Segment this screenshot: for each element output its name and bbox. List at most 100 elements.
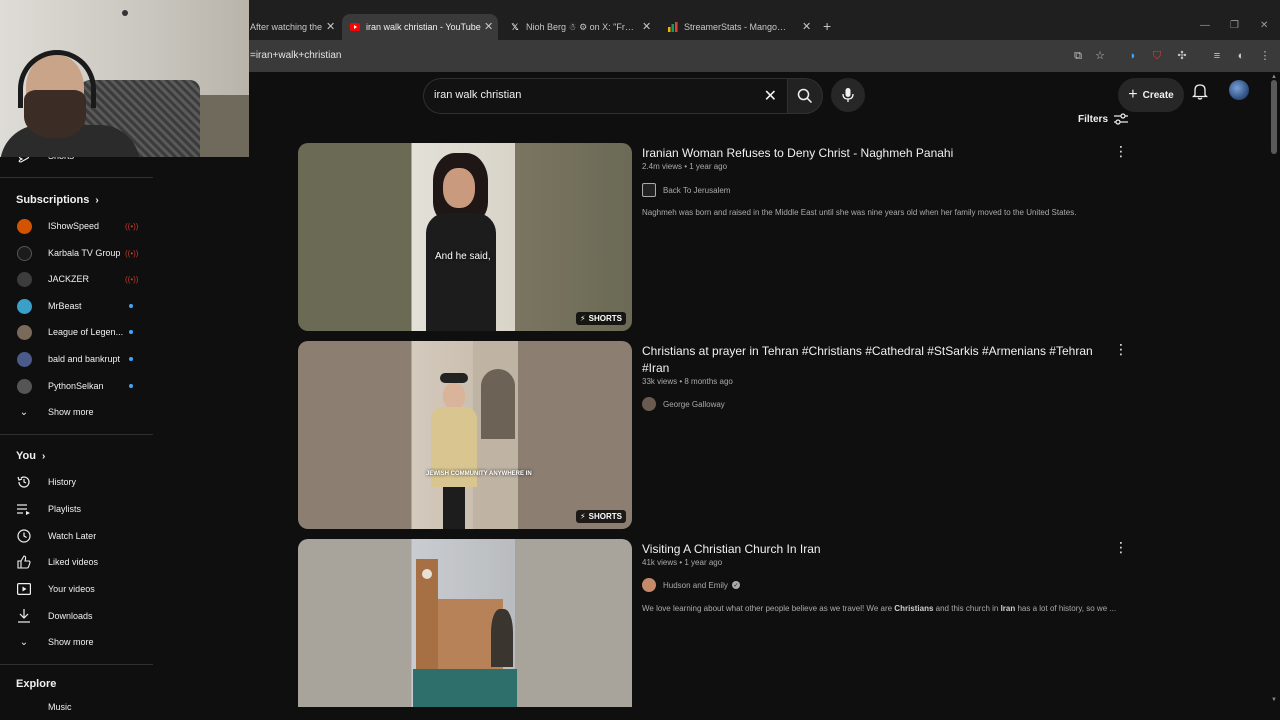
tab-title: iran walk christian - YouTube: [366, 22, 481, 32]
sidebar-item-label: Watch Later: [48, 531, 97, 541]
address-bar[interactable]: =iran+walk+christian: [250, 50, 341, 61]
video-title[interactable]: Christians at prayer in Tehran #Christia…: [642, 343, 1102, 377]
tab-title: After watching the: [250, 22, 323, 32]
video-title[interactable]: Iranian Woman Refuses to Deny Christ - N…: [642, 145, 1102, 162]
close-tab-icon[interactable]: ✕: [326, 20, 335, 33]
sidebar-item-playlists[interactable]: Playlists: [0, 496, 153, 522]
subscription-name: Karbala TV Group: [48, 248, 121, 258]
channel-link[interactable]: George Galloway: [642, 397, 725, 411]
video-title[interactable]: Visiting A Christian Church In Iran: [642, 541, 1102, 558]
search-input[interactable]: iran walk christian ✕: [423, 78, 787, 114]
close-tab-icon[interactable]: ✕: [642, 20, 651, 33]
browser-menu-icon[interactable]: ⋮: [1258, 49, 1272, 63]
video-thumbnail[interactable]: [298, 539, 632, 707]
close-window-icon[interactable]: ✕: [1260, 20, 1268, 31]
download-icon: [16, 608, 32, 624]
new-tab-icon[interactable]: +: [823, 18, 831, 34]
channel-name: George Galloway: [663, 399, 725, 409]
search-result[interactable]: And he said, ⚡ SHORTS Iranian Woman Refus…: [298, 143, 1128, 333]
browser-tab-active[interactable]: iran walk christian - YouTube: [342, 14, 498, 40]
search-button[interactable]: [787, 78, 823, 114]
video-thumbnail[interactable]: JEWISH COMMUNITY ANYWHERE IN ⚡ SHORTS: [298, 341, 632, 529]
channel-link[interactable]: Hudson and Emily ✓: [642, 578, 740, 592]
show-more-you[interactable]: ⌄ Show more: [0, 629, 153, 655]
your-videos-icon: [16, 581, 32, 597]
media-controls-icon[interactable]: ≡: [1210, 49, 1224, 63]
thumbnail-caption: JEWISH COMMUNITY ANYWHERE IN: [426, 471, 532, 477]
clear-search-icon[interactable]: ✕: [764, 86, 777, 106]
browser-tab[interactable]: StreamerStats - MangoCurry's: [660, 14, 800, 40]
video-thumbnail[interactable]: And he said, ⚡ SHORTS: [298, 143, 632, 331]
channel-avatar: [16, 378, 32, 394]
restore-icon[interactable]: ❐: [1230, 20, 1239, 31]
bookmark-star-icon[interactable]: ☆: [1093, 49, 1107, 63]
subscriptions-heading-label: Subscriptions: [16, 194, 90, 206]
subscription-item[interactable]: IShowSpeed ((•)): [0, 213, 153, 239]
sidebar-item-history[interactable]: History: [0, 469, 153, 495]
minimize-icon[interactable]: —: [1200, 20, 1210, 31]
live-icon: ((•)): [125, 274, 139, 284]
video-meta: 41k views • 1 year ago: [642, 558, 723, 567]
subscription-item[interactable]: bald and bankrupt: [0, 346, 153, 372]
chevron-right-icon: ›: [95, 194, 99, 206]
subscription-item[interactable]: MrBeast: [0, 293, 153, 319]
sidebar-item-downloads[interactable]: Downloads: [0, 603, 153, 629]
sidebar-item-watch-later[interactable]: Watch Later: [0, 523, 153, 549]
page-scrollbar[interactable]: [1271, 80, 1277, 154]
subscription-item[interactable]: Karbala TV Group ((•)): [0, 240, 153, 266]
close-tab-icon[interactable]: ✕: [484, 20, 493, 33]
voice-search-button[interactable]: [831, 78, 865, 112]
cast-icon[interactable]: ⧉: [1071, 49, 1085, 63]
thumbnail-statue: [491, 609, 513, 667]
sidebar-item-music[interactable]: Music: [0, 696, 153, 710]
more-actions-icon[interactable]: ⋮: [1114, 341, 1128, 358]
extensions-puzzle-icon[interactable]: ✣: [1175, 49, 1189, 63]
browser-tab[interactable]: After watching the: [242, 14, 334, 40]
show-more-subscriptions[interactable]: ⌄ Show more: [0, 399, 153, 425]
create-button[interactable]: + Create: [1118, 78, 1184, 112]
close-tab-icon[interactable]: ✕: [802, 20, 811, 33]
subscription-name: JACKZER: [48, 274, 90, 284]
chevron-down-icon: ⌄: [19, 406, 29, 418]
divider: [0, 434, 153, 435]
extension-wave-icon[interactable]: ◗: [1126, 49, 1140, 63]
sidebar-item-label: Your videos: [48, 584, 95, 594]
channel-link[interactable]: Back To Jerusalem: [642, 183, 730, 197]
history-icon: [16, 474, 32, 490]
description-highlight: Iran: [1000, 604, 1016, 613]
subscription-item[interactable]: JACKZER ((•)): [0, 266, 153, 292]
notifications-button[interactable]: [1191, 82, 1209, 105]
sidebar-item-liked-videos[interactable]: Liked videos: [0, 549, 153, 575]
subscription-item[interactable]: League of Legen...: [0, 319, 153, 345]
explore-heading-label: Explore: [16, 678, 57, 690]
account-avatar[interactable]: [1229, 80, 1249, 100]
channel-avatar: [16, 298, 32, 314]
search-result[interactable]: JEWISH COMMUNITY ANYWHERE IN ⚡ SHORTS Chr…: [298, 341, 1128, 531]
sidebar-item-label: Music: [48, 702, 72, 710]
like-icon: [16, 554, 32, 570]
subscription-name: IShowSpeed: [48, 221, 100, 231]
webcam-shelf: [195, 95, 249, 157]
more-actions-icon[interactable]: ⋮: [1114, 143, 1128, 160]
filters-button[interactable]: Filters: [1078, 113, 1129, 125]
profile-icon[interactable]: ◐: [1234, 49, 1248, 63]
extension-shield-icon[interactable]: ⛉: [1150, 49, 1164, 63]
browser-tab[interactable]: 𝕏 Nioh Berg ☃ ⚙ on X: "From iran: [502, 14, 644, 40]
shorts-badge: ⚡ SHORTS: [576, 510, 626, 523]
subscription-item[interactable]: PythonSelkan: [0, 373, 153, 399]
subscriptions-heading[interactable]: Subscriptions ›: [16, 194, 99, 206]
you-heading[interactable]: You ›: [16, 450, 45, 462]
scroll-down-icon[interactable]: ▼: [1271, 697, 1277, 703]
sidebar-item-your-videos[interactable]: Your videos: [0, 576, 153, 602]
channel-avatar: [16, 271, 32, 287]
video-description: We love learning about what other people…: [642, 604, 1116, 613]
tab-title: StreamerStats - MangoCurry's: [684, 22, 792, 32]
live-icon: ((•)): [125, 221, 139, 231]
search-result[interactable]: Visiting A Christian Church In Iran 41k …: [298, 539, 1128, 709]
webcam-overlay: [0, 0, 249, 157]
more-actions-icon[interactable]: ⋮: [1114, 539, 1128, 556]
youtube-favicon-icon: [350, 22, 360, 32]
tab-title: Nioh Berg ☃ ⚙ on X: "From iran: [526, 21, 636, 32]
sidebar-item-label: Downloads: [48, 611, 93, 621]
sidebar: Shorts Subscriptions › IShowSpeed ((•)) …: [0, 112, 153, 720]
